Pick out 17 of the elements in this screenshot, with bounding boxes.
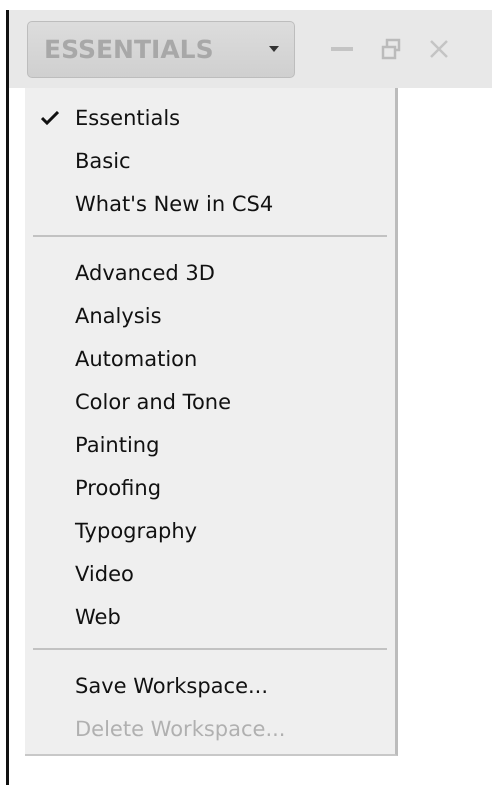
caret-icon (268, 45, 280, 53)
menu-item[interactable]: Web (25, 595, 395, 638)
restore-icon[interactable] (381, 38, 401, 60)
menu-item[interactable]: Automation (25, 337, 395, 380)
menu-item[interactable]: Advanced 3D (25, 251, 395, 294)
close-icon[interactable] (429, 39, 449, 59)
menu-item[interactable]: Save Workspace... (25, 664, 395, 707)
menu-item[interactable]: What's New in CS4 (25, 182, 395, 225)
menu-item[interactable]: Painting (25, 423, 395, 466)
minimize-icon[interactable] (331, 46, 353, 52)
menu-item[interactable]: Video (25, 552, 395, 595)
menu-item[interactable]: Proofing (25, 466, 395, 509)
menu-item[interactable]: Typography (25, 509, 395, 552)
menu-item[interactable]: Color and Tone (25, 380, 395, 423)
menu-item[interactable]: Basic (25, 139, 395, 182)
menu-item[interactable]: Essentials (25, 96, 395, 139)
menu-item[interactable]: Analysis (25, 294, 395, 337)
